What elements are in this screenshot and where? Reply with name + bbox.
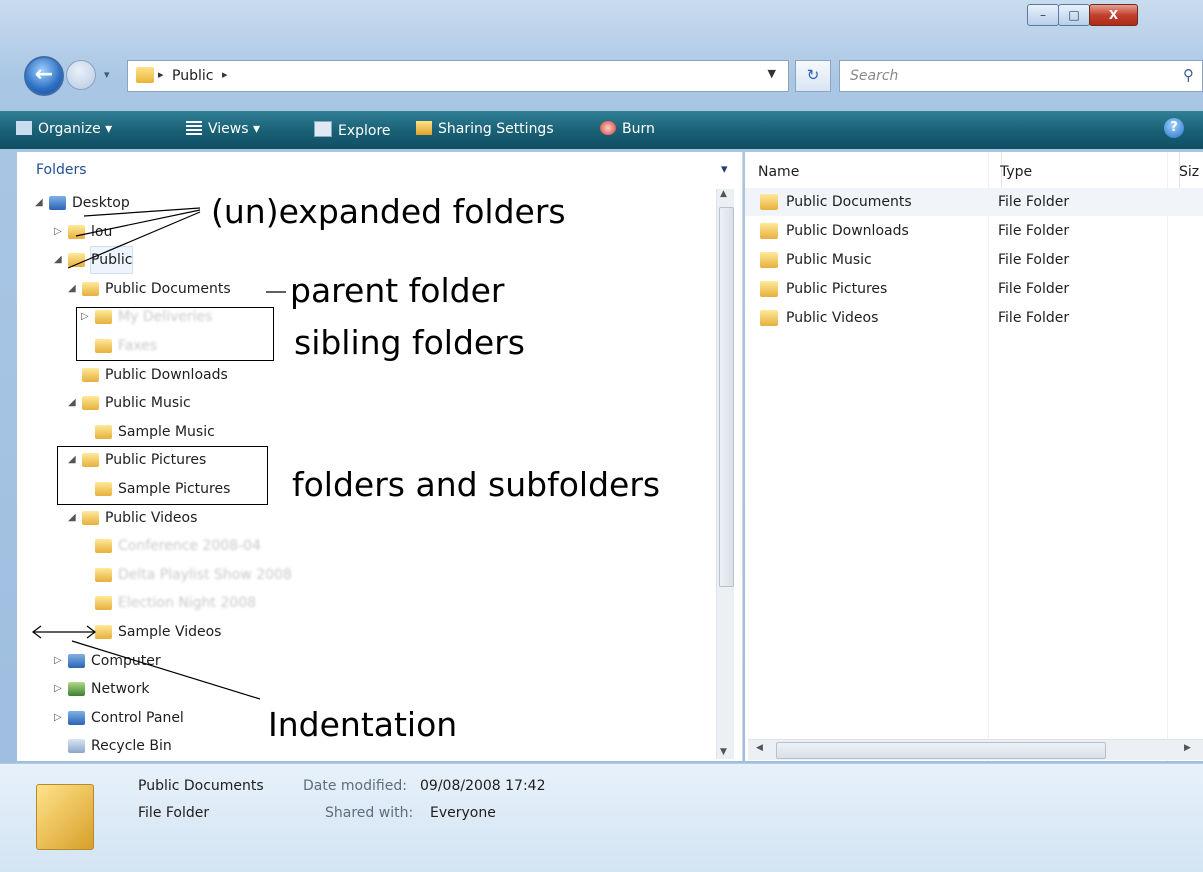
annotation-indentation: Indentation	[268, 705, 458, 744]
annotation-expanded: (un)expanded folders	[211, 192, 566, 231]
annotation-parent: parent folder	[290, 271, 505, 310]
explorer-window: – □ X ← ▾ ▸ Public ▸ ▼ ↻ Search ⚲ Organi…	[0, 0, 1203, 872]
annotation-subfolders: folders and subfolders	[292, 465, 661, 504]
annotation-lines	[32, 207, 286, 700]
annotation-sibling: sibling folders	[294, 323, 525, 362]
